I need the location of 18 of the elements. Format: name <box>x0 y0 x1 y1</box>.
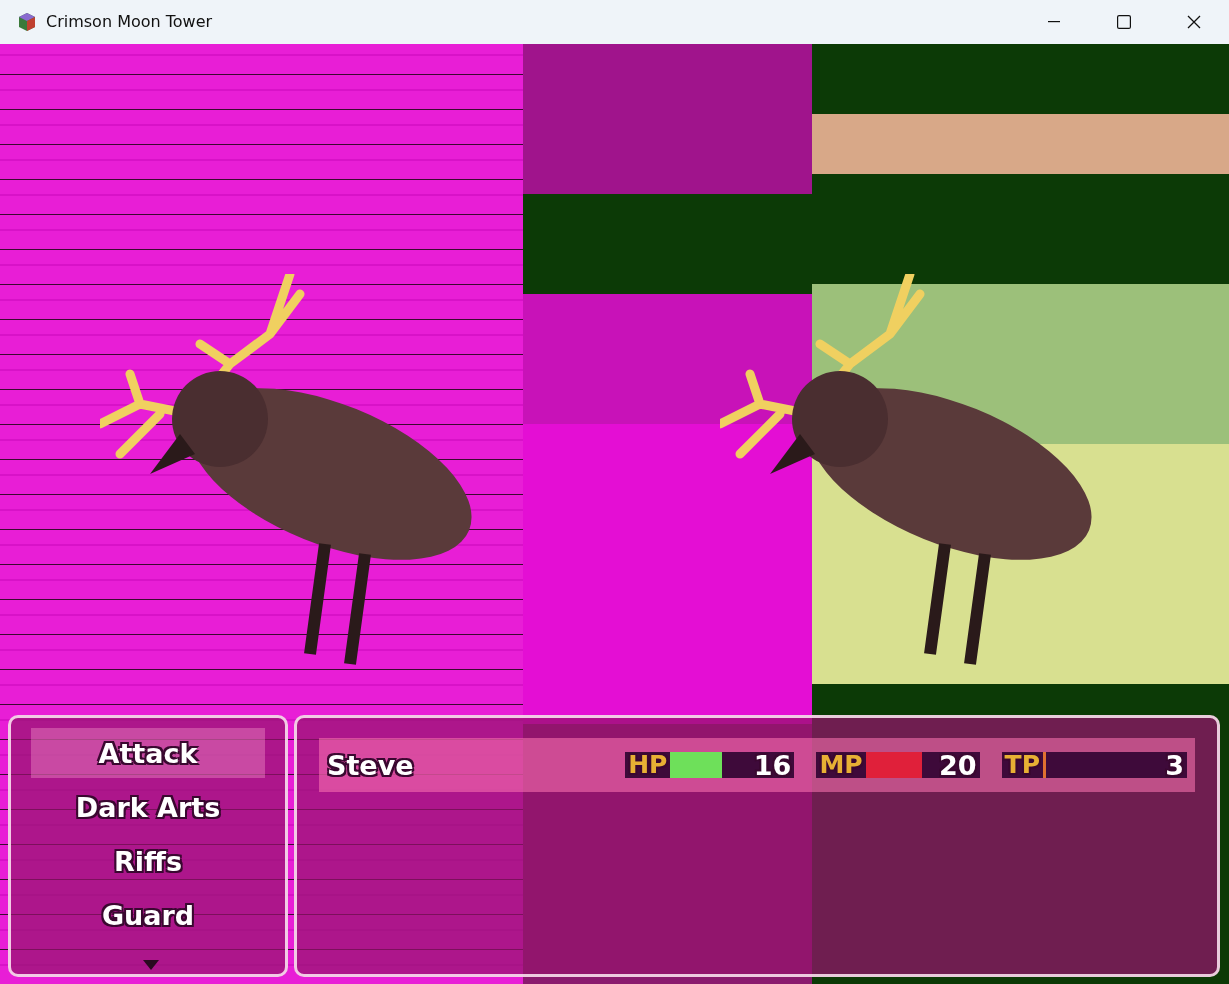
maximize-icon <box>1117 15 1131 29</box>
gauge-value: 16 <box>750 752 795 778</box>
command-item[interactable]: Guard <box>31 890 265 940</box>
gauge-label: HP <box>625 752 671 778</box>
close-icon <box>1187 15 1201 29</box>
gauge-value: 3 <box>1143 752 1187 778</box>
party-member-row[interactable]: Steve HP 16 MP 20 TP 3 <box>319 738 1195 792</box>
command-item[interactable]: Riffs <box>31 836 265 886</box>
actor-name: Steve <box>327 751 414 779</box>
app-icon <box>16 11 38 33</box>
scroll-down-icon <box>143 960 159 970</box>
window-title: Crimson Moon Tower <box>46 11 213 33</box>
command-item[interactable]: Dark Arts <box>31 782 265 832</box>
gauge-label: MP <box>816 752 866 778</box>
gauge-label: TP <box>1001 752 1043 778</box>
command-item[interactable]: Attack <box>31 728 265 778</box>
gauge-value: 20 <box>935 752 980 778</box>
minimize-icon <box>1048 21 1060 23</box>
